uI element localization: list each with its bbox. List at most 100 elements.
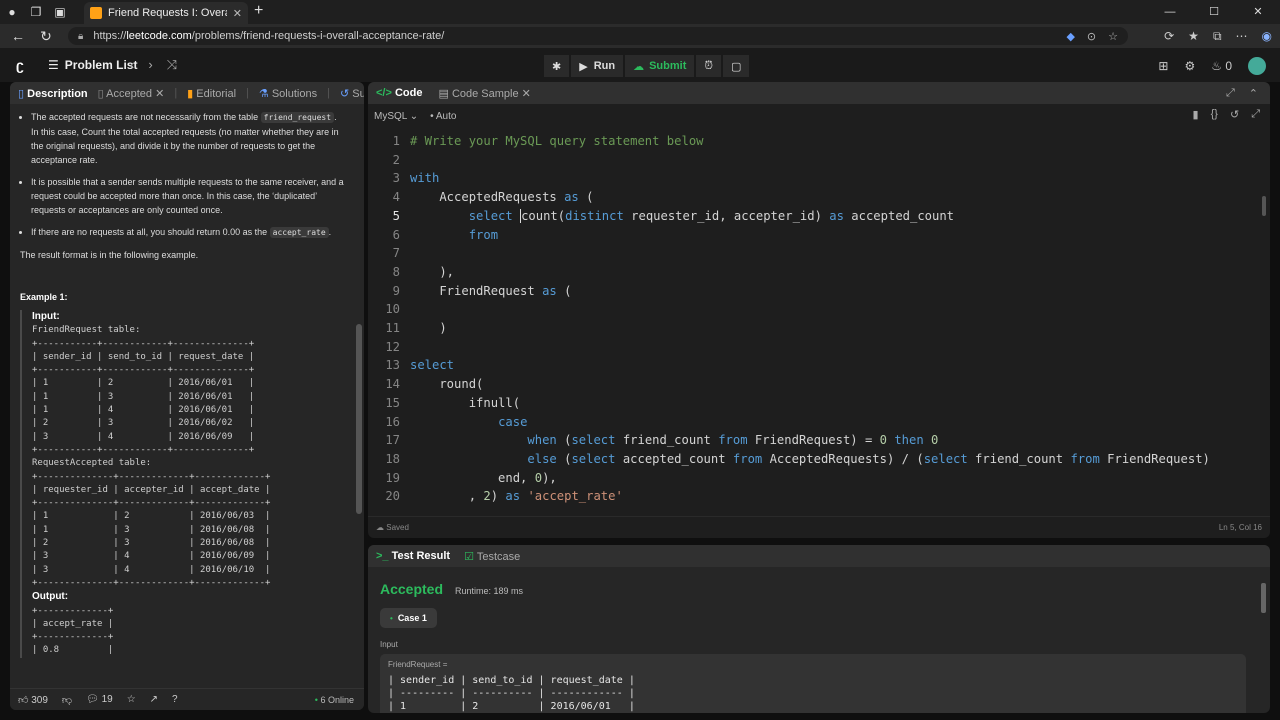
collections-icon[interactable]: ⧉: [1213, 29, 1222, 44]
editor-actions: ▮ {} ↺ ⤢: [1193, 108, 1260, 121]
tab-separator: |: [327, 87, 330, 99]
like-button[interactable]: 👍︎ 309: [18, 694, 48, 706]
code-line: 10: [385, 302, 400, 317]
auto-mode-toggle[interactable]: • Auto: [430, 111, 456, 122]
favorite-star-icon[interactable]: ☆: [1108, 30, 1118, 43]
run-controls: ✱ ▶ Run ☁ Submit ⏰︎ ▢: [544, 55, 750, 77]
tab-separator: |: [246, 87, 249, 99]
expand-icon[interactable]: ⤢: [1251, 108, 1260, 121]
copilot-icon[interactable]: ◉: [1262, 29, 1272, 43]
new-tab-button[interactable]: +: [254, 2, 263, 20]
list-item: If there are no requests at all, you sho…: [31, 225, 346, 240]
settings-gear-icon[interactable]: ⚙: [1184, 59, 1195, 73]
online-dot-icon: •: [314, 694, 318, 705]
result-format-text: The result format is in the following ex…: [20, 250, 199, 260]
extension-icon[interactable]: ◆: [1066, 30, 1074, 43]
tab-code[interactable]: </> Code: [376, 87, 422, 99]
history-icon: ↺: [339, 87, 350, 100]
terminal-icon: >_: [376, 550, 389, 562]
streak-counter[interactable]: ♨ 0: [1211, 59, 1232, 73]
run-label: Run: [593, 60, 616, 72]
timer-button[interactable]: ⏰︎: [696, 55, 721, 77]
tab-close-icon[interactable]: ✕: [233, 7, 242, 20]
accepted-status: Accepted: [380, 581, 444, 597]
case-1-button[interactable]: • Case 1: [380, 608, 437, 628]
favorites-icon[interactable]: ★: [1188, 29, 1199, 43]
prev-problem-icon[interactable]: ‹: [130, 57, 134, 73]
code-line: 17 when (select friend_count from Friend…: [385, 433, 939, 448]
description-scrollbar[interactable]: [356, 104, 362, 688]
fullscreen-icon[interactable]: ⤢: [1226, 87, 1235, 100]
browser-tab[interactable]: Friend Requests I: Overall Acceptance Ra…: [84, 2, 248, 24]
close-tab-icon[interactable]: ✕: [522, 88, 531, 100]
problem-list-button[interactable]: ☰ Problem List: [48, 58, 137, 72]
tab-solutions[interactable]: ⚗ Solutions: [259, 87, 317, 100]
alarm-icon: ⏰︎: [704, 59, 713, 72]
close-window-button[interactable]: ✕: [1236, 0, 1280, 24]
next-problem-icon[interactable]: ›: [148, 57, 152, 73]
favorite-button[interactable]: ☆: [127, 694, 136, 705]
bookmark-icon[interactable]: ▮: [1193, 108, 1199, 121]
tab-description[interactable]: ▯ Description: [18, 87, 88, 100]
format-code-icon[interactable]: {}: [1211, 108, 1218, 121]
submit-button[interactable]: ☁ Submit: [625, 55, 695, 77]
layout-icon[interactable]: ⊞: [1158, 59, 1168, 73]
tab-code-sample[interactable]: ▤ Code Sample ✕: [438, 87, 530, 100]
tab-editorial[interactable]: ▮ Editorial: [187, 87, 236, 100]
tab-actions-icon[interactable]: ▣: [48, 0, 72, 24]
menu-dots-icon[interactable]: ⋯: [1236, 29, 1248, 43]
tab-testcase[interactable]: ☑ Testcase: [464, 550, 520, 563]
debug-button[interactable]: ✱: [544, 55, 570, 77]
run-button[interactable]: ▶ Run: [571, 55, 624, 77]
leetcode-logo-icon[interactable]: ʗ: [16, 57, 32, 73]
input-variable: FriendRequest =: [388, 660, 448, 669]
dislike-button[interactable]: 👎︎: [62, 694, 72, 706]
help-icon: ?: [172, 694, 178, 705]
address-bar[interactable]: 🔒︎ https://leetcode.com/problems/friend-…: [68, 27, 1128, 45]
editor-scrollbar[interactable]: [1262, 196, 1266, 216]
browser-actions: ⟳ ★ ⧉ ⋯ ◉: [1164, 24, 1272, 48]
star-icon: ☆: [126, 694, 136, 705]
avatar[interactable]: [1248, 57, 1266, 75]
collapse-icon[interactable]: ⌃: [1249, 87, 1258, 100]
code-line: 2: [392, 152, 400, 167]
reader-icon[interactable]: ⊙: [1087, 30, 1096, 43]
code-line: 12: [385, 339, 400, 354]
tab-accepted[interactable]: ▯ Accepted ✕: [98, 87, 165, 100]
inline-code: friend_request: [260, 112, 335, 123]
refresh-icon[interactable]: ↻: [32, 28, 60, 45]
tab-submissions[interactable]: ↺ Submission: [340, 87, 364, 100]
output-table: +-------------+ | accept_rate | +-------…: [32, 605, 114, 656]
help-button[interactable]: ?: [172, 694, 178, 705]
app-header-right: ⊞ ⚙ ♨ 0: [1158, 57, 1266, 75]
profile-icon[interactable]: ●: [0, 0, 24, 24]
extensions-puzzle-icon[interactable]: ⟳: [1164, 29, 1174, 43]
cursor-position: Ln 5, Col 16: [1218, 523, 1262, 532]
tab-test-result[interactable]: >_ Test Result: [376, 550, 450, 562]
code-line: 18 else (select accepted_count from Acce…: [385, 451, 1210, 466]
result-scrollbar[interactable]: [1261, 583, 1266, 613]
tab-title: Friend Requests I: Overall Acceptance Ra…: [108, 7, 227, 19]
cloud-upload-icon: ☁: [633, 60, 645, 73]
example-block: Input: FriendRequest table: +-----------…: [20, 310, 346, 658]
input-heading: Input:: [32, 311, 60, 322]
comments-button[interactable]: 💬︎ 19: [86, 694, 113, 705]
code-editor[interactable]: 1 # Write your MySQL query statement belo…: [368, 132, 1270, 510]
scrollbar-thumb[interactable]: [356, 324, 362, 514]
left-tabs: ▯ Description ▯ Accepted ✕ | ▮ Editorial…: [10, 82, 364, 104]
language-select[interactable]: MySQL ⌄: [374, 111, 418, 122]
file-icon: ▤: [438, 87, 449, 100]
notes-button[interactable]: ▢: [722, 55, 750, 77]
close-tab-icon[interactable]: ✕: [155, 88, 164, 100]
share-button[interactable]: ↗: [150, 694, 158, 705]
workspaces-icon[interactable]: ❐: [24, 0, 48, 24]
shuffle-icon[interactable]: ⤨: [167, 57, 177, 73]
online-count: • 6 Online: [314, 694, 354, 705]
minimize-button[interactable]: —: [1148, 0, 1192, 24]
accepted-icon: ▯: [97, 87, 104, 100]
code-line: 6 from: [392, 227, 499, 242]
leetcode-favicon-icon: [90, 7, 102, 19]
maximize-button[interactable]: ☐: [1192, 0, 1236, 24]
reset-icon[interactable]: ↺: [1230, 108, 1239, 121]
back-arrow-icon[interactable]: ←: [4, 28, 32, 44]
